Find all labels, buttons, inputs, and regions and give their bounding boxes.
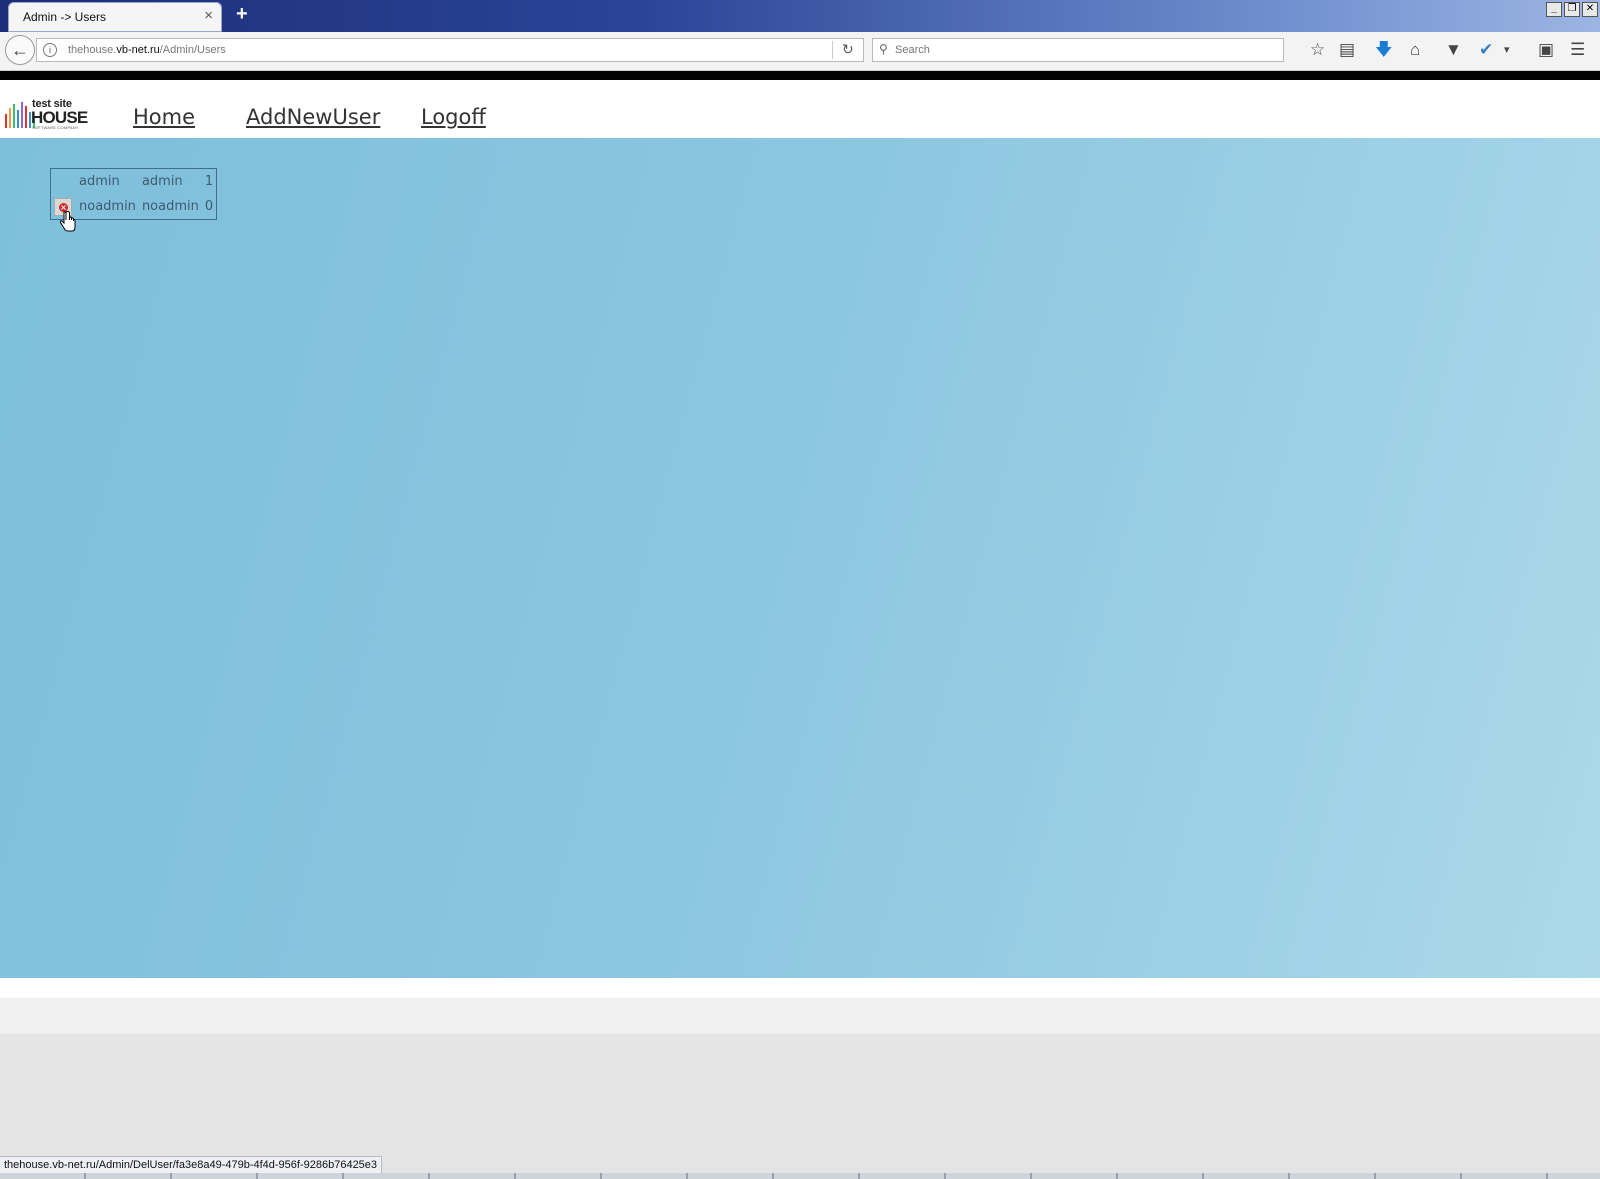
reading-list-icon[interactable]: ▤ bbox=[1339, 40, 1355, 60]
site-info-icon[interactable]: i bbox=[43, 43, 57, 57]
user-admin-flag-cell: 1 bbox=[204, 174, 214, 189]
url-domain-prefix: thehouse. bbox=[68, 44, 117, 56]
tab-close-icon[interactable]: × bbox=[204, 7, 213, 24]
url-domain: vb-net.ru bbox=[116, 44, 160, 56]
minimize-icon[interactable]: _ bbox=[1546, 2, 1562, 17]
window-controls: _ ❐ ✕ bbox=[1546, 2, 1598, 17]
tab-title: Admin -> Users bbox=[23, 10, 107, 24]
row-action-cell bbox=[51, 169, 77, 195]
main-content: admin admin 1 × noadmin noadmin 0 bbox=[0, 138, 1600, 978]
download-icon[interactable]: 🡇 bbox=[1375, 40, 1392, 60]
reload-icon[interactable]: ↻ bbox=[842, 41, 854, 58]
nav-add-new-user-link[interactable]: AddNewUser bbox=[246, 105, 380, 129]
logo-bar bbox=[21, 102, 23, 128]
browser-title-bar: Admin -> Users × + _ ❐ ✕ bbox=[0, 0, 1600, 32]
browser-status-bar: thehouse.vb-net.ru/Admin/DelUser/fa3e8a4… bbox=[0, 1156, 383, 1174]
logo-bar bbox=[17, 110, 19, 128]
user-name-cell: admin bbox=[79, 174, 120, 189]
logo-bar bbox=[13, 104, 15, 128]
new-tab-icon[interactable]: + bbox=[236, 3, 248, 26]
nav-logoff-link[interactable]: Logoff bbox=[421, 105, 486, 129]
hand-pointer-cursor-icon bbox=[59, 211, 76, 232]
back-arrow-icon[interactable]: ← bbox=[5, 35, 35, 65]
address-bar[interactable]: i thehouse.vb-net.ru/Admin/Users ↻ bbox=[36, 38, 864, 62]
menu-icon[interactable]: ☰ bbox=[1570, 40, 1585, 60]
search-icon: ⚲ bbox=[879, 42, 888, 56]
close-window-icon[interactable]: ✕ bbox=[1582, 2, 1598, 17]
logo-sub-text: SOFTWARE COMPANY bbox=[32, 125, 79, 130]
url-path: /Admin/Users bbox=[159, 44, 226, 56]
chevron-down-icon[interactable]: ▾ bbox=[1504, 40, 1510, 60]
logo-bar bbox=[25, 106, 27, 128]
browser-search-box[interactable]: ⚲ bbox=[872, 38, 1284, 62]
nav-home-link[interactable]: Home bbox=[133, 105, 195, 129]
user-name-cell: noadmin bbox=[79, 199, 136, 214]
table-row: admin admin 1 bbox=[51, 169, 217, 195]
home-icon[interactable]: ⌂ bbox=[1410, 40, 1420, 60]
page-footer-band bbox=[0, 998, 1600, 1034]
site-logo[interactable]: test site HOUSE SOFTWARE COMPANY bbox=[5, 98, 88, 132]
browser-navigation-toolbar: ← i thehouse.vb-net.ru/Admin/Users ↻ ⚲ ☆… bbox=[0, 32, 1600, 71]
user-login-cell: admin bbox=[141, 174, 183, 189]
user-admin-flag-cell: 0 bbox=[204, 199, 214, 214]
page-top-strip bbox=[0, 71, 1600, 80]
site-header: test site HOUSE SOFTWARE COMPANY Home Ad… bbox=[0, 80, 1600, 138]
logo-bar bbox=[9, 108, 11, 128]
address-text[interactable]: thehouse.vb-net.ru/Admin/Users bbox=[68, 44, 226, 56]
pocket-icon[interactable]: ▼ bbox=[1445, 40, 1462, 60]
restore-icon[interactable]: ❐ bbox=[1564, 2, 1580, 17]
taskbar-strip bbox=[0, 1173, 1600, 1179]
search-input[interactable] bbox=[895, 42, 1275, 58]
page-footer bbox=[0, 978, 1600, 998]
chat-icon[interactable]: ▣ bbox=[1538, 40, 1554, 60]
star-icon[interactable]: ☆ bbox=[1310, 40, 1325, 60]
address-bar-divider bbox=[832, 41, 833, 59]
logo-bar bbox=[5, 114, 7, 128]
browser-tab-active[interactable]: Admin -> Users × bbox=[8, 2, 222, 32]
sync-icon[interactable]: ✔ bbox=[1479, 40, 1493, 60]
user-login-cell: noadmin bbox=[141, 199, 199, 214]
